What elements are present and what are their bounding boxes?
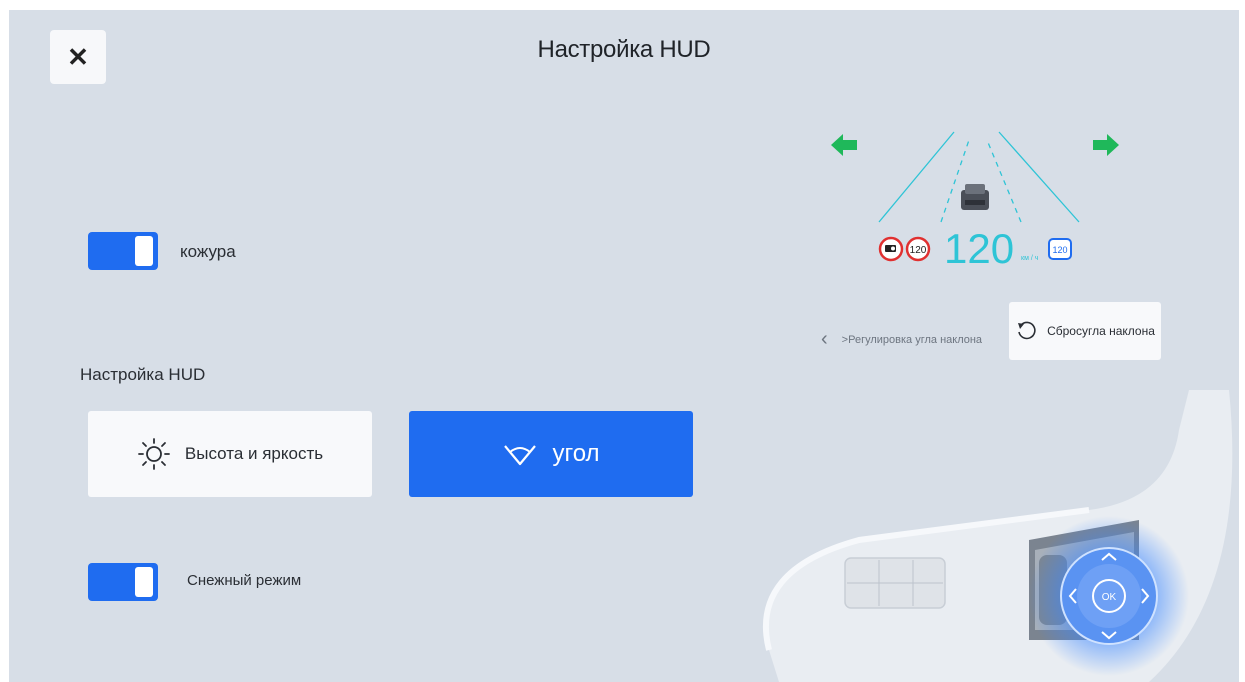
height-brightness-button[interactable]: Высота и яркость [88,411,372,497]
angle-button[interactable]: угол [409,411,693,497]
toggle-knob [135,567,153,597]
speed-unit: км / ч [1021,255,1039,262]
angle-label: угол [552,440,600,467]
tilt-nav-label: >Регулировка угла наклона [841,333,983,346]
left-arrow-icon [831,134,857,156]
hud-preview: 120 120 км / ч 120 [809,120,1119,272]
toggle-knob [135,236,153,266]
hud-section-label: Настройка HUD [80,365,206,384]
tilt-nav: ‹ >Регулировка угла наклона [821,328,982,351]
speed-limit-sign: 120 [905,236,931,262]
chevron-left-icon[interactable]: ‹ [821,328,828,351]
speed-limit-text: 120 [910,245,927,256]
angle-icon [504,445,537,466]
reset-icon [1018,321,1036,340]
peel-toggle-label: кожура [180,242,236,261]
right-arrow-icon [1093,134,1119,156]
speed-value: 120 [944,225,1014,270]
car-icon [961,184,989,210]
hud-settings-panel: ✕ Настройка HUD кожура Настройка HUD Выс… [9,10,1239,682]
svg-text:120: 120 [1052,245,1067,255]
snow-mode-toggle[interactable] [88,563,158,601]
speed-camera-icon [878,236,904,262]
snow-mode-label: Снежный режим [187,572,302,589]
ok-label: OK [1102,592,1117,603]
height-brightness-label: Высота и яркость [184,444,324,463]
reset-angle-label: Сбросугла наклона [1047,324,1155,338]
steering-wheel-illustration: OK [709,390,1239,682]
reset-angle-button[interactable]: Сбросугла наклона [1009,302,1161,360]
sun-icon [137,438,170,470]
peel-toggle[interactable] [88,232,158,270]
limit-badge: 120 [1048,238,1072,260]
page-title: Настройка HUD [537,36,711,63]
